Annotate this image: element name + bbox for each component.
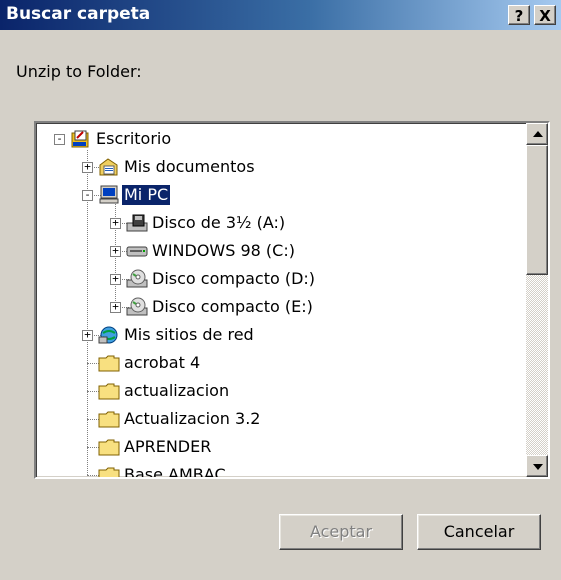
folder-icon	[98, 439, 120, 456]
scroll-down-button[interactable]	[526, 455, 548, 477]
cd-drive-icon	[126, 297, 148, 316]
close-button[interactable]: X	[534, 5, 556, 25]
floppy-drive-icon	[126, 214, 148, 232]
expand-toggle-disco-d[interactable]: +	[110, 273, 121, 285]
tree-item-disco-d[interactable]: Disco compacto (D:)	[150, 269, 317, 289]
tree-item-mis-documentos[interactable]: Mis documentos	[122, 157, 257, 177]
folder-icon	[98, 467, 120, 477]
title-bar: Buscar carpeta ? X	[0, 0, 561, 30]
tree-item-windows-98-c[interactable]: WINDOWS 98 (C:)	[150, 241, 297, 261]
hard-drive-icon	[126, 246, 148, 257]
cancel-button[interactable]: Cancelar	[417, 514, 541, 550]
prompt-label: Unzip to Folder:	[16, 62, 142, 81]
desktop-icon	[71, 130, 89, 148]
my-documents-icon	[99, 158, 118, 176]
tree-item-actualizacion[interactable]: actualizacion	[122, 381, 231, 401]
folder-icon	[98, 411, 120, 428]
tree-item-escritorio[interactable]: Escritorio	[94, 129, 173, 149]
tree-item-mi-pc[interactable]: Mi PC	[120, 184, 172, 206]
network-places-icon	[98, 326, 118, 344]
tree-connector	[87, 150, 88, 335]
collapse-toggle-escritorio[interactable]: -	[54, 133, 65, 145]
arrow-up-icon	[533, 131, 543, 137]
scroll-up-button[interactable]	[526, 123, 548, 145]
vertical-scrollbar[interactable]	[526, 123, 548, 477]
tree-item-mis-sitios-de-red[interactable]: Mis sitios de red	[122, 325, 256, 345]
window-title: Buscar carpeta	[6, 4, 151, 24]
expand-toggle-disco-e[interactable]: +	[110, 301, 121, 313]
tree-connector	[87, 335, 88, 475]
folder-icon	[98, 383, 120, 400]
folder-tree[interactable]: - Escritorio + Mis documentos - Mi PC +	[34, 121, 550, 479]
arrow-down-icon	[533, 464, 543, 470]
help-button[interactable]: ?	[508, 5, 530, 25]
tree-item-base-ambac[interactable]: Base AMBAC	[122, 465, 228, 477]
expand-toggle-windows-98-c[interactable]: +	[110, 245, 121, 257]
tree-item-disco-a[interactable]: Disco de 3½ (A:)	[150, 213, 287, 233]
scroll-thumb[interactable]	[526, 145, 548, 275]
tree-item-aprender[interactable]: APRENDER	[122, 437, 213, 457]
cd-drive-icon	[126, 269, 148, 288]
tree-item-actualizacion-3-2[interactable]: Actualizacion 3.2	[122, 409, 262, 429]
tree-item-disco-e[interactable]: Disco compacto (E:)	[150, 297, 315, 317]
accept-button[interactable]: Aceptar	[279, 514, 403, 550]
folder-tree-canvas: - Escritorio + Mis documentos - Mi PC +	[36, 123, 526, 477]
collapse-toggle-mi-pc[interactable]: -	[82, 189, 93, 201]
my-computer-icon	[99, 185, 119, 204]
expand-toggle-disco-a[interactable]: +	[110, 217, 121, 229]
expand-toggle-mis-documentos[interactable]: +	[82, 161, 93, 173]
tree-item-acrobat-4[interactable]: acrobat 4	[122, 353, 202, 373]
folder-icon	[98, 355, 120, 372]
expand-toggle-mis-sitios-de-red[interactable]: +	[82, 329, 93, 341]
